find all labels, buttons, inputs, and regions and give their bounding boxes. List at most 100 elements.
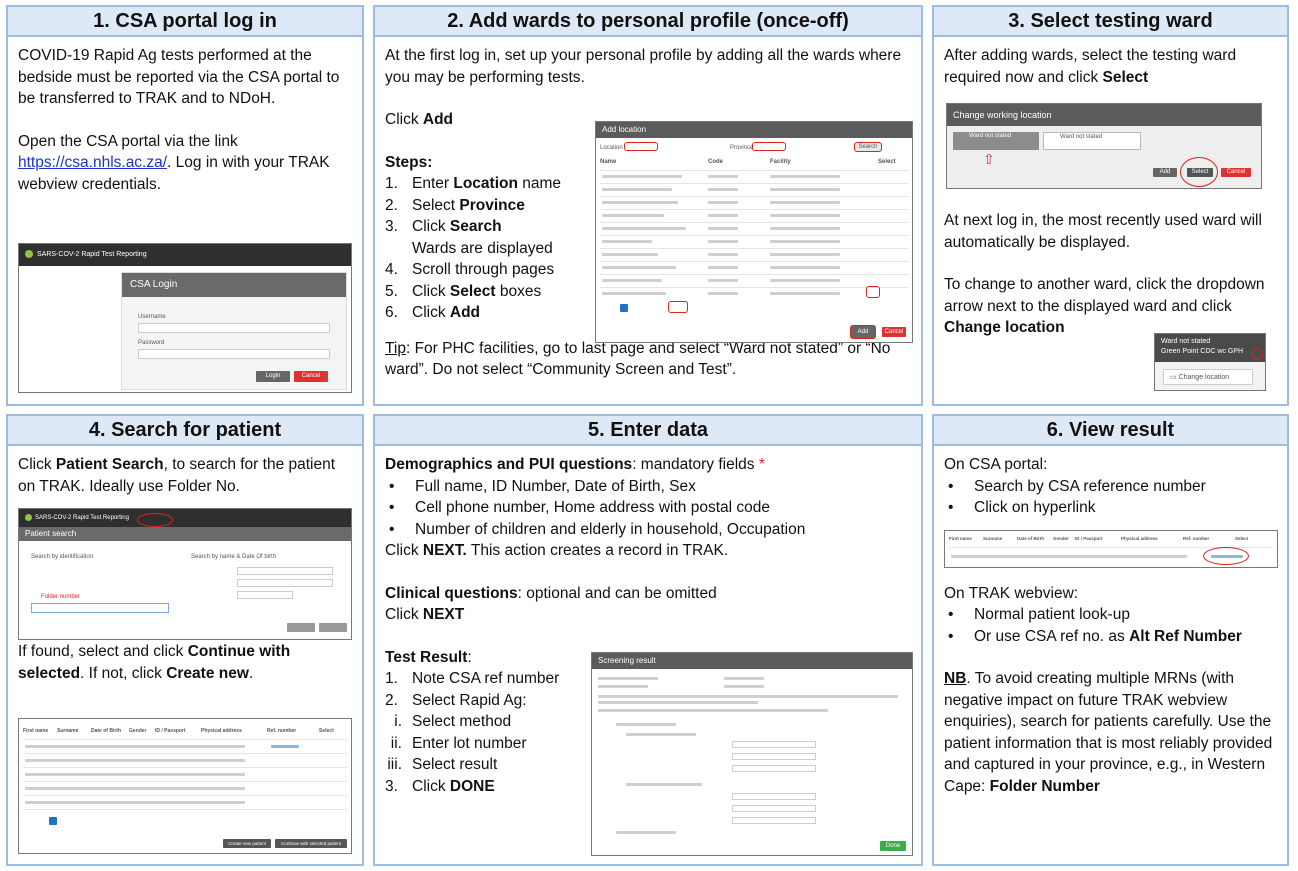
list-item: • Number of children and elderly in house… (389, 520, 806, 538)
panel-title: 4. Search for patient (8, 416, 362, 446)
current-ward[interactable]: Ward not stated Green Point CDC wc GPH (1155, 334, 1265, 362)
table-header: First name Surname Date of Birth Gender ID /… (23, 728, 334, 734)
pager-next[interactable] (668, 301, 688, 313)
password-input[interactable] (138, 349, 330, 359)
panel-csa-login: 1. CSA portal log in COVID-19 Rapid Ag t… (6, 5, 364, 406)
dialog-title: Change working location (947, 104, 1261, 126)
dialog-title: Screening result (592, 653, 912, 669)
list-item: • Normal patient look-up (948, 606, 1130, 623)
up-arrow-icon: ⇧ (983, 151, 995, 167)
login-screenshot: SARS-COV-2 Rapid Test Reporting CSA Logi… (18, 243, 352, 393)
app-name: SARS-COV-2 Rapid Test Reporting (37, 251, 147, 258)
nb-paragraph: NB. To avoid creating multiple MRNs (wit… (944, 670, 1273, 795)
location-label: Location (600, 145, 623, 151)
change-location-screenshot: Change working location Ward not stated … (946, 103, 1262, 189)
method-select[interactable] (732, 793, 816, 800)
bullet-list: • Search by CSA reference number • Click o… (944, 476, 1277, 519)
dob-input[interactable] (237, 591, 293, 599)
tip-paragraph: Tip: For PHC facilities, go to last page… (385, 339, 891, 379)
paragraph: If found, select and click Continue with… (18, 643, 291, 682)
search-by-id-label: Search by identification (31, 554, 94, 560)
ward-card-selected[interactable]: Ward not stated (953, 132, 1039, 150)
search-button[interactable] (287, 623, 315, 632)
folder-icon: ▭ (1170, 374, 1179, 381)
location-input[interactable] (624, 142, 658, 151)
lot-input[interactable] (732, 805, 816, 812)
result-select[interactable] (732, 765, 816, 772)
dialog-title: Add location (596, 122, 912, 138)
paragraph: To change to another ward, click the dro… (944, 276, 1265, 336)
panel-title: 5. Enter data (375, 416, 921, 446)
app-logo-icon (25, 513, 32, 521)
method-select[interactable] (732, 741, 816, 748)
panel-search-patient: 4. Search for patient Click Patient Sear… (6, 414, 364, 866)
pager-current[interactable] (49, 817, 57, 825)
table-header: First name Surname Date of Birth Gender ID /… (949, 536, 1249, 541)
folder-number-input[interactable] (31, 603, 169, 613)
csa-result-screenshot: First name Surname Date of Birth Gender ID /… (944, 530, 1278, 568)
continue-selected-button[interactable]: Continue with selected patient (275, 839, 347, 848)
list-item: • Click on hyperlink (948, 499, 1096, 516)
cancel-button[interactable]: Cancel (882, 327, 906, 337)
table-header: Name Code Facility Select (600, 159, 896, 165)
username-input[interactable] (138, 323, 330, 333)
list-item: • Or use CSA ref no. as Alt Ref Number (948, 627, 1242, 645)
section-header: Patient search (19, 527, 351, 541)
lot-input[interactable] (732, 753, 816, 760)
paragraph: Clinical questions: optional and can be … (385, 584, 717, 602)
dropdown-arrow-icon[interactable] (1251, 348, 1263, 360)
province-label: Province (730, 145, 754, 151)
paragraph: Click NEXT. This action creates a record… (385, 542, 729, 559)
ward-dropdown-screenshot: Ward not stated Green Point CDC wc GPH ▭ … (1154, 333, 1266, 391)
pager-current[interactable] (620, 304, 628, 312)
csa-portal-link[interactable]: https://csa.nhls.ac.za/ (18, 154, 167, 171)
patient-results-screenshot: First name Surname Date of Birth Gender ID /… (18, 718, 352, 854)
paragraph: On CSA portal: (944, 456, 1048, 473)
paragraph: Click Patient Search, to search for the … (18, 456, 336, 495)
app-bar: SARS-COV-2 Rapid Test Reporting (19, 244, 351, 266)
ref-number-link[interactable] (1203, 547, 1249, 565)
list-item: • Cell phone number, Home address with po… (389, 499, 770, 516)
panel-view-result: 6. View result On CSA portal: • Search by… (932, 414, 1289, 866)
paragraph: On TRAK webview: (944, 584, 1079, 602)
result-select[interactable] (732, 817, 816, 824)
paragraph: At the first log in, set up your persona… (385, 47, 902, 86)
search-button[interactable]: Search (854, 142, 882, 152)
add-button[interactable]: Add (850, 325, 876, 339)
paragraph: Demographics and PUI questions: mandator… (385, 456, 765, 473)
paragraph: After adding wards, select the testing w… (944, 47, 1237, 86)
password-label: Password (138, 340, 165, 346)
change-location-button[interactable]: ▭ Change location (1163, 369, 1253, 385)
done-button[interactable]: Done (880, 841, 906, 851)
username-label: Username (138, 314, 166, 320)
paragraph: COVID-19 Rapid Ag tests performed at the… (18, 47, 340, 107)
list-item: • Search by CSA reference number (948, 477, 1206, 495)
select-checkbox[interactable] (866, 286, 880, 298)
cancel-button[interactable]: Cancel (294, 371, 328, 382)
paragraph: Open the CSA portal via the link https:/… (18, 132, 330, 193)
login-title: CSA Login (122, 273, 346, 297)
paragraph: Click NEXT (385, 606, 465, 623)
panel-enter-data: 5. Enter data Demographics and PUI quest… (373, 414, 923, 866)
surname-input[interactable] (237, 579, 333, 587)
reset-button[interactable] (319, 623, 347, 632)
ward-card[interactable]: Ward not stated (1043, 132, 1141, 150)
panel-title: 6. View result (934, 416, 1287, 446)
province-select[interactable] (752, 142, 786, 151)
panel-title: 2. Add wards to personal profile (once-o… (375, 7, 921, 37)
add-button[interactable]: Add (1153, 168, 1177, 177)
cancel-button[interactable]: Cancel (1221, 168, 1251, 177)
paragraph: At next log in, the most recently used w… (944, 212, 1262, 251)
patient-search-menu[interactable] (137, 513, 173, 527)
bullet-list: • Normal patient look-up • Or use CSA ref … (944, 604, 1277, 647)
list-item: • Full name, ID Number, Date of Birth, Se… (389, 477, 696, 495)
panel-add-wards: 2. Add wards to personal profile (once-o… (373, 5, 923, 406)
login-button[interactable]: Login (256, 371, 290, 382)
create-new-patient-button[interactable]: Create new patient (223, 839, 271, 848)
required-star: * (758, 456, 765, 473)
folder-number-label: Folder number (41, 594, 81, 600)
first-name-input[interactable] (237, 567, 333, 575)
app-logo-icon (25, 250, 33, 259)
search-by-name-label: Search by name & Date Of birth (191, 554, 277, 560)
screening-result-screenshot: Screening result Done (591, 652, 913, 856)
